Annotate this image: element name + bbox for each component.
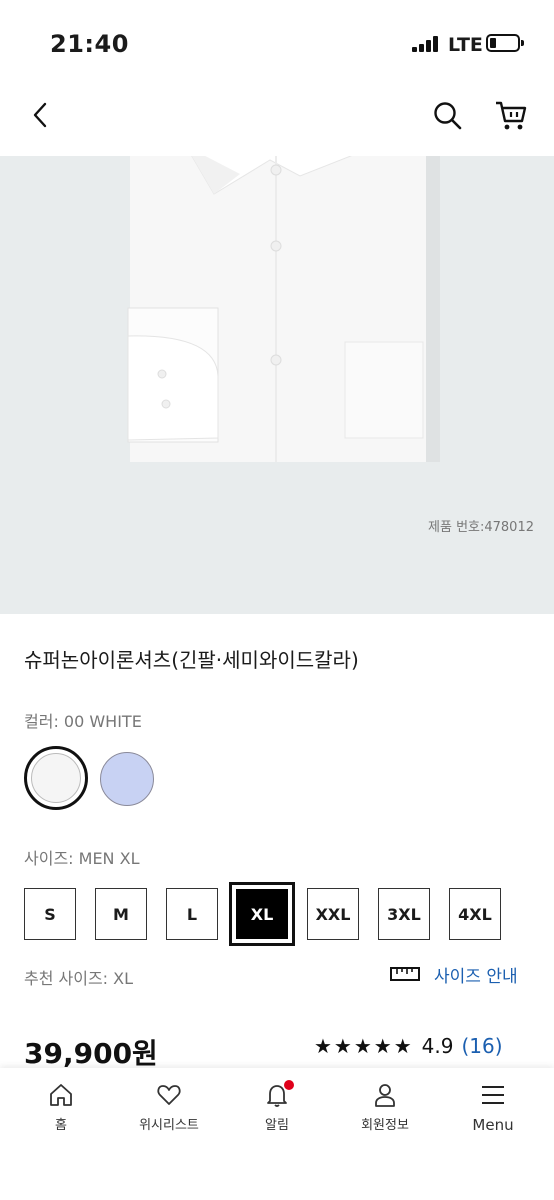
nav-wishlist-label: 위시리스트 (139, 1118, 199, 1133)
user-icon (375, 1084, 395, 1107)
signal-icon (412, 36, 438, 52)
size-option-xl-label: XL (236, 889, 288, 939)
notification-dot (284, 1080, 294, 1090)
rating-stars: ★★★★★ (314, 1034, 414, 1058)
ruler-icon (390, 967, 420, 981)
size-label: 사이즈: MEN XL (24, 849, 140, 868)
nav-account[interactable]: 회원정보 (330, 1082, 440, 1133)
color-swatch-blue[interactable] (100, 752, 154, 806)
size-option-xl[interactable]: XL (229, 882, 295, 946)
size-option-l[interactable]: L (166, 888, 218, 940)
size-guide-link[interactable]: 사이즈 안내 (390, 962, 518, 987)
size-option-s[interactable]: S (24, 888, 76, 940)
network-type: LTE (448, 34, 483, 56)
search-icon[interactable] (432, 100, 464, 132)
heart-icon (157, 1085, 181, 1105)
top-app-bar (0, 80, 554, 156)
product-title: 슈퍼논아이론셔츠(긴팔·세미와이드칼라) (24, 648, 359, 672)
product-number: 제품 번호:478012 (428, 520, 534, 535)
size-option-m[interactable]: M (95, 888, 147, 940)
size-option-xxl[interactable]: XXL (307, 888, 359, 940)
nav-menu-label: Menu (472, 1116, 514, 1134)
nav-notifications[interactable]: 알림 (222, 1080, 332, 1133)
product-image[interactable]: 제품 번호:478012 (0, 156, 554, 614)
menu-icon (482, 1086, 504, 1104)
product-price: 39,900원 (24, 1037, 158, 1070)
nav-notifications-label: 알림 (265, 1118, 289, 1133)
product-rating[interactable]: ★★★★★ 4.9 (16) (314, 1034, 503, 1058)
bottom-navigation: 홈 위시리스트 알림 회원정보 Menu (0, 1068, 554, 1200)
nav-account-label: 회원정보 (361, 1118, 409, 1133)
size-guide-label: 사이즈 안내 (434, 966, 518, 987)
chevron-left-icon[interactable] (26, 100, 56, 130)
color-label: 컬러: 00 WHITE (24, 712, 142, 731)
cart-icon[interactable] (494, 99, 528, 131)
nav-home[interactable]: 홈 (6, 1082, 116, 1133)
shirt-image (127, 156, 440, 462)
color-swatch-white[interactable] (24, 746, 88, 810)
battery-icon (486, 34, 524, 52)
size-option-3xl[interactable]: 3XL (378, 888, 430, 940)
status-bar: 21:40 LTE (0, 0, 554, 80)
size-option-4xl[interactable]: 4XL (449, 888, 501, 940)
review-count[interactable]: (16) (461, 1034, 502, 1058)
nav-menu[interactable]: Menu (438, 1082, 548, 1134)
status-time: 21:40 (50, 30, 129, 58)
home-icon (50, 1084, 72, 1106)
nav-home-label: 홈 (55, 1118, 67, 1133)
rating-score: 4.9 (421, 1034, 454, 1058)
recommended-size: 추천 사이즈: XL (24, 969, 134, 988)
nav-wishlist[interactable]: 위시리스트 (114, 1082, 224, 1133)
